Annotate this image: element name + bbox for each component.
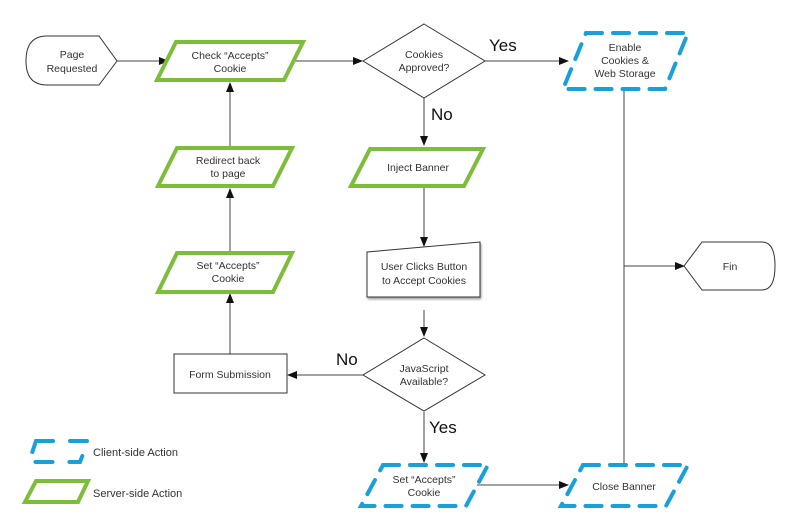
node-label: Cookies — [405, 49, 443, 61]
node-label: Available? — [400, 376, 448, 388]
node-label: Close Banner — [592, 481, 656, 493]
node-label: Set “Accepts” — [196, 260, 260, 272]
node-check-cookie: Check “Accepts” Cookie — [153, 40, 307, 82]
edge-label-js-yes: Yes — [429, 418, 457, 437]
flowchart: Yes No No Yes Page Requested Check “Acce… — [21, 23, 776, 508]
node-label: Requested — [47, 63, 98, 75]
legend-server-swatch — [21, 479, 92, 504]
node-inject-banner: Inject Banner — [347, 147, 487, 188]
node-label: Cookie — [212, 273, 245, 285]
node-label: JavaScript — [399, 363, 448, 375]
node-close-banner: Close Banner — [557, 463, 692, 508]
node-label: to page — [210, 168, 245, 180]
legend-server-label: Server-side Action — [93, 488, 182, 500]
node-js-available: JavaScript Available? — [362, 337, 486, 412]
node-label: Check “Accepts” — [191, 50, 269, 62]
node-label: Redirect back — [196, 155, 261, 167]
node-label: Cookie — [214, 63, 247, 75]
legend: Client-side Action Server-side Action — [21, 439, 182, 504]
node-label: Approved? — [399, 62, 450, 74]
node-label: Web Storage — [594, 68, 655, 80]
node-label: Inject Banner — [387, 162, 449, 174]
node-form-submission: Form Submission — [173, 353, 288, 394]
node-cookies-approved: Cookies Approved? — [362, 23, 486, 99]
node-label: Cookies & — [601, 55, 649, 67]
node-label: Page — [60, 49, 85, 61]
node-enable-storage: Enable Cookies & Web Storage — [560, 31, 691, 91]
node-redirect-back: Redirect back to page — [154, 146, 296, 188]
legend-client-label: Client-side Action — [93, 447, 178, 459]
node-set-cookie-server: Set “Accepts” Cookie — [154, 251, 296, 294]
node-label: Enable — [609, 42, 642, 54]
edge-label-approved-no: No — [431, 105, 453, 124]
edge-label-js-no: No — [336, 350, 358, 369]
node-set-cookie-client: Set “Accepts” Cookie — [357, 463, 492, 508]
node-label: Cookie — [408, 487, 441, 499]
node-label: to Accept Cookies — [382, 275, 466, 287]
edge-label-approved-yes: Yes — [489, 36, 517, 55]
node-fin: Fin — [683, 241, 776, 291]
node-user-clicks: User Clicks Button to Accept Cookies — [366, 241, 481, 298]
node-label: Fin — [723, 261, 738, 273]
node-label: User Clicks Button — [381, 261, 468, 273]
node-label: Set “Accepts” — [392, 474, 456, 486]
node-label: Form Submission — [189, 369, 271, 381]
node-page-requested: Page Requested — [25, 35, 118, 86]
legend-client-swatch — [26, 439, 91, 464]
